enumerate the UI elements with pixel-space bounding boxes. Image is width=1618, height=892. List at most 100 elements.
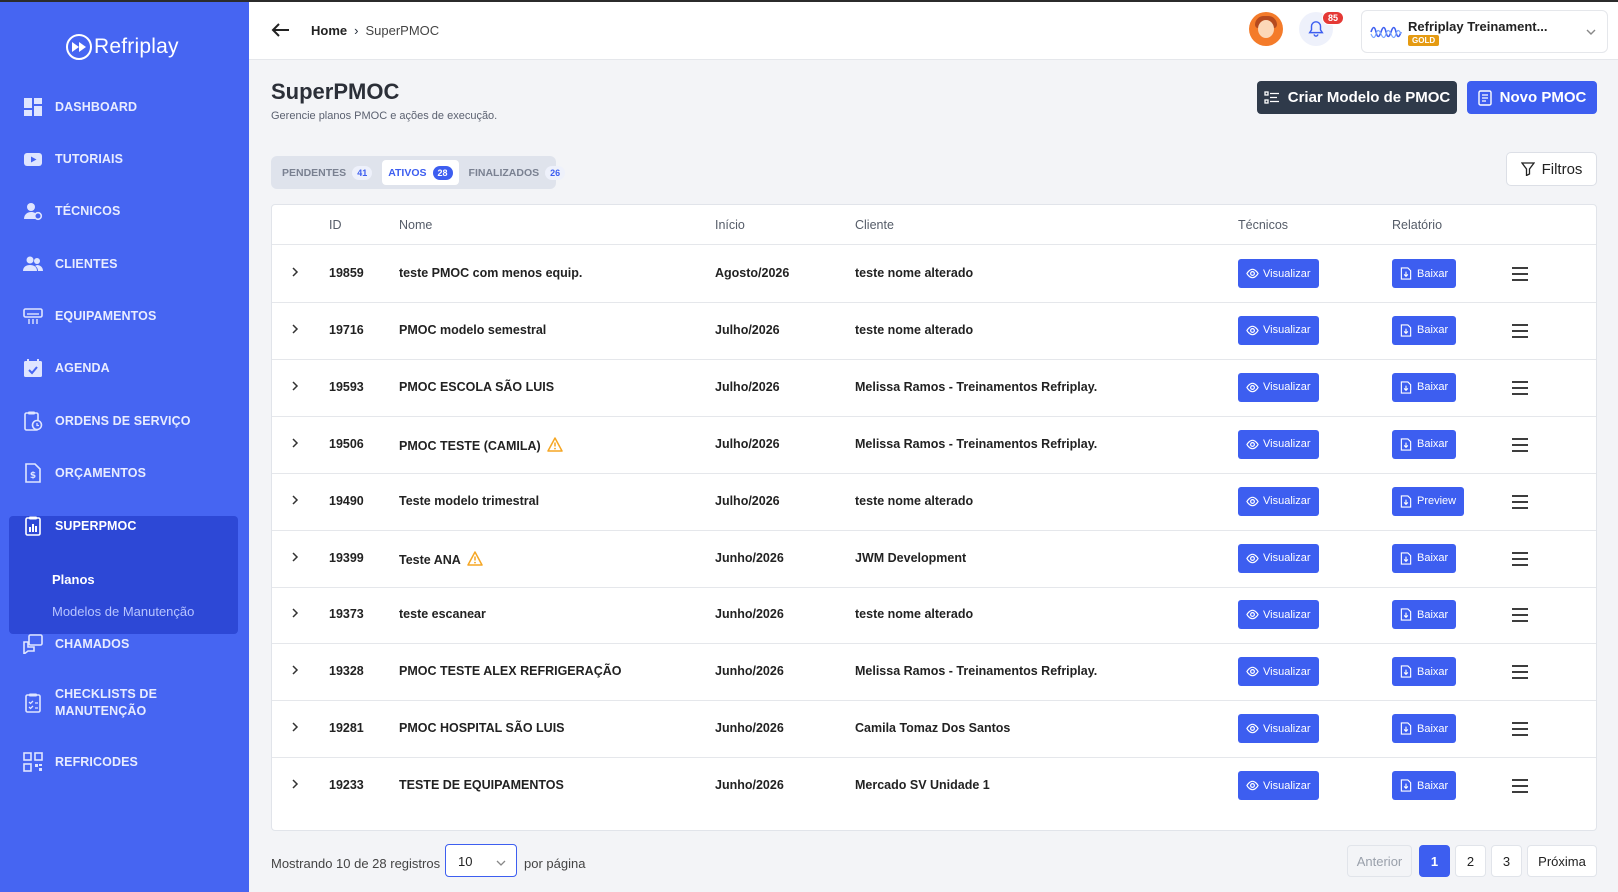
sidebar-item-dashboard[interactable]: DASHBOARD [23, 97, 137, 117]
cell-client: teste nome alterado [855, 493, 974, 508]
report-button[interactable]: Baixar [1392, 315, 1457, 345]
button-label: Visualizar [1263, 779, 1311, 792]
avatar[interactable] [1249, 12, 1283, 46]
sidebar-item-orcamentos[interactable]: $ ORÇAMENTOS [23, 463, 146, 483]
view-technicians-button[interactable]: Visualizar [1238, 657, 1319, 687]
pagination-next-button[interactable]: Próxima [1527, 845, 1597, 877]
row-actions-menu[interactable] [1511, 779, 1529, 796]
sidebar-item-checklists[interactable]: CHECKLISTS DE MANUTENÇÃO [23, 686, 165, 720]
hamburger-menu-icon [1512, 722, 1528, 737]
view-technicians-button[interactable]: Visualizar [1238, 372, 1319, 402]
view-technicians-button[interactable]: Visualizar [1238, 429, 1319, 459]
sidebar-subitem-modelos[interactable]: Modelos de Manutenção [52, 604, 194, 619]
sidebar-item-tutoriais[interactable]: TUTORIAIS [23, 149, 123, 169]
report-button[interactable]: Baixar [1392, 600, 1457, 630]
cell-name-text: PMOC TESTE (CAMILA) [399, 438, 541, 453]
row-actions-menu[interactable] [1511, 267, 1529, 284]
account-selector[interactable]: Refriplay Treinament... GOLD [1361, 10, 1608, 53]
row-actions-menu[interactable] [1511, 437, 1529, 455]
column-header-id: ID [329, 218, 342, 232]
cell-name: PMOC modelo semestral [399, 323, 546, 337]
expand-row-button[interactable] [290, 551, 300, 566]
top-header: Home › SuperPMOC 85 Refriplay Treinament… [249, 2, 1618, 60]
report-button[interactable]: Baixar [1392, 771, 1457, 801]
row-actions-menu[interactable] [1511, 380, 1529, 398]
sidebar-item-superpmoc[interactable]: SUPERPMOC [23, 516, 136, 536]
row-actions-menu[interactable] [1511, 494, 1529, 512]
view-technicians-button[interactable]: Visualizar [1238, 714, 1319, 744]
pagination-page-1[interactable]: 1 [1419, 845, 1450, 877]
checklist-icon [25, 693, 41, 713]
cell-client: JWM Development [855, 550, 967, 565]
report-button[interactable]: Baixar [1392, 657, 1457, 687]
pagination-page-2[interactable]: 2 [1455, 845, 1486, 877]
row-actions-menu[interactable] [1511, 665, 1529, 682]
view-technicians-button[interactable]: Visualizar [1238, 259, 1319, 288]
row-actions-menu[interactable] [1511, 608, 1529, 625]
chevron-right-icon [292, 779, 299, 789]
expand-row-button[interactable] [290, 437, 300, 452]
expand-row-button[interactable] [290, 721, 300, 736]
expand-row-button[interactable] [290, 494, 300, 509]
view-technicians-button[interactable]: Visualizar [1238, 315, 1319, 345]
chevron-right-icon [292, 551, 299, 562]
chevron-right-icon [292, 665, 299, 675]
tab-count-badge: 41 [352, 165, 373, 180]
expand-row-button[interactable] [290, 266, 300, 281]
qr-code-icon [23, 752, 43, 772]
pagination-page-3[interactable]: 3 [1491, 845, 1522, 877]
breadcrumb: Home › SuperPMOC [311, 23, 439, 38]
cell-name-text: TESTE DE EQUIPAMENTOS [399, 778, 564, 793]
expand-row-button[interactable] [290, 664, 300, 679]
row-actions-menu[interactable] [1511, 551, 1529, 569]
row-actions-menu[interactable] [1511, 323, 1529, 341]
breadcrumb-home[interactable]: Home [311, 23, 347, 38]
tab-finalizados[interactable]: FINALIZADOS 26 [463, 160, 572, 185]
app-logo[interactable]: Refriplay [66, 34, 179, 60]
report-button[interactable]: Baixar [1392, 259, 1457, 288]
notifications-count-badge: 85 [1322, 11, 1345, 25]
sidebar-item-equipamentos[interactable]: EQUIPAMENTOS [23, 306, 156, 326]
per-page-select[interactable]: 10 [445, 844, 517, 877]
sidebar-item-agenda[interactable]: AGENDA [23, 358, 110, 378]
report-button[interactable]: Baixar [1392, 372, 1457, 402]
tab-count-badge: 26 [545, 165, 566, 180]
tab-label: PENDENTES [282, 166, 347, 179]
expand-row-button[interactable] [290, 323, 300, 338]
cell-id: 19506 [329, 436, 364, 451]
cell-client: teste nome alterado [855, 266, 974, 280]
sidebar-item-clientes[interactable]: CLIENTES [23, 254, 118, 274]
warning-icon [546, 436, 563, 452]
column-header-cliente: Cliente [855, 218, 894, 232]
pagination-prev-button[interactable]: Anterior [1347, 845, 1412, 877]
back-arrow-icon[interactable] [271, 20, 291, 43]
column-header-nome: Nome [399, 218, 433, 232]
button-label: Visualizar [1263, 324, 1311, 337]
sidebar-item-label: EQUIPAMENTOS [55, 309, 157, 323]
report-button[interactable]: Baixar [1392, 543, 1457, 573]
expand-row-button[interactable] [290, 607, 300, 622]
view-technicians-button[interactable]: Visualizar [1238, 600, 1319, 630]
view-technicians-button[interactable]: Visualizar [1238, 486, 1319, 516]
view-technicians-button[interactable]: Visualizar [1238, 543, 1319, 573]
per-page-suffix: por página [524, 856, 586, 871]
sidebar-item-chamados[interactable]: CHAMADOS [23, 634, 129, 654]
cell-start: Agosto/2026 [715, 266, 790, 280]
cell-client: Mercado SV Unidade 1 [855, 778, 990, 793]
filters-button[interactable]: Filtros [1506, 152, 1597, 186]
view-technicians-button[interactable]: Visualizar [1238, 771, 1319, 801]
sidebar-item-ordens-servico[interactable]: ORDENS DE SERVIÇO [23, 411, 191, 431]
new-pmoc-button[interactable]: Novo PMOC [1467, 81, 1597, 114]
sidebar-subitem-planos[interactable]: Planos [52, 572, 95, 587]
create-pmoc-model-button[interactable]: Criar Modelo de PMOC [1257, 81, 1457, 114]
row-actions-menu[interactable] [1511, 722, 1529, 739]
sidebar-item-tecnicos[interactable]: TÉCNICOS [23, 201, 120, 221]
report-button[interactable]: Baixar [1392, 429, 1457, 459]
tab-pendentes[interactable]: PENDENTES 41 [276, 160, 378, 185]
tab-ativos[interactable]: ATIVOS 28 [382, 160, 459, 185]
report-button[interactable]: Baixar [1392, 714, 1457, 744]
report-button[interactable]: Preview [1392, 486, 1465, 516]
sidebar-item-refricodes[interactable]: REFRICODES [23, 752, 138, 772]
expand-row-button[interactable] [290, 380, 300, 395]
expand-row-button[interactable] [290, 778, 300, 793]
